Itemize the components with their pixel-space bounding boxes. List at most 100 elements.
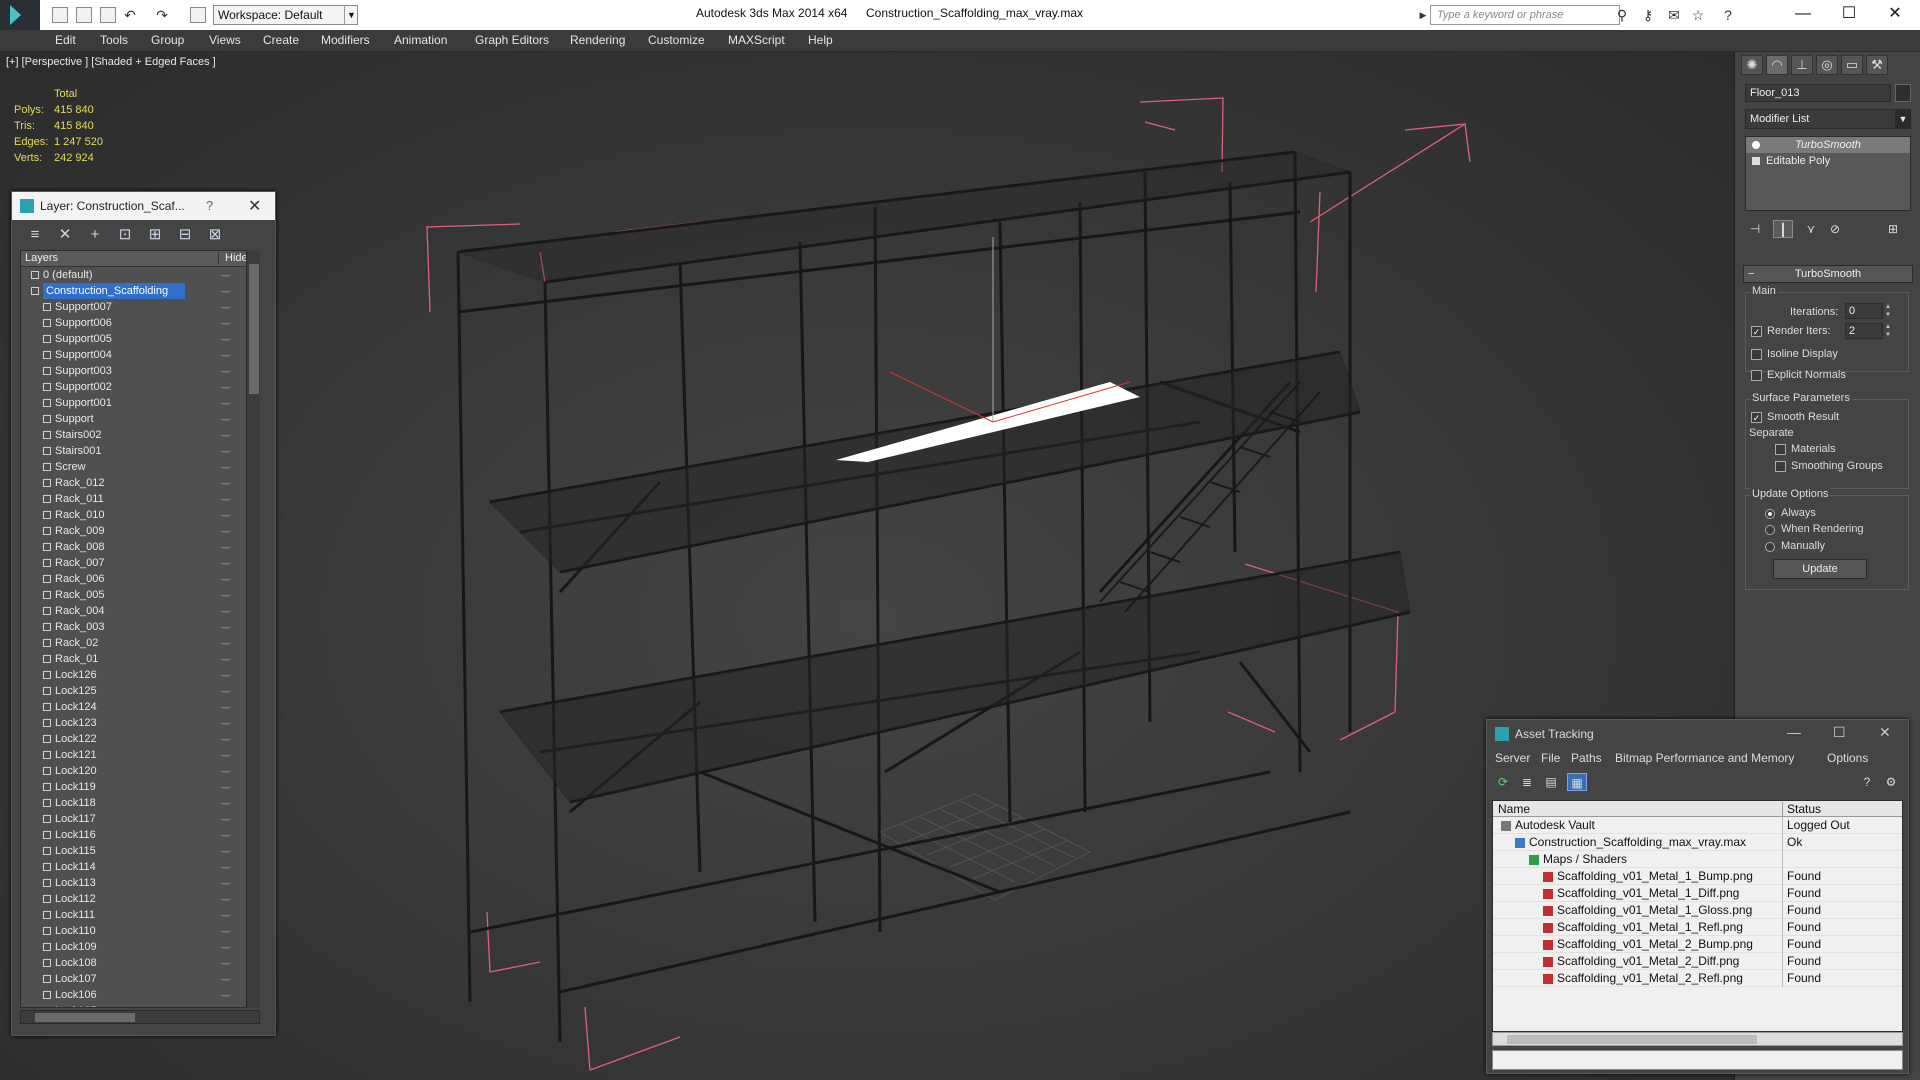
menu-create[interactable]: Create xyxy=(263,33,299,47)
layer-row[interactable]: Lock126 — xyxy=(21,667,259,683)
delete-layer-icon[interactable]: ✕ xyxy=(56,226,74,244)
project-folder-icon[interactable] xyxy=(190,7,206,23)
refresh-icon[interactable]: ⟳ xyxy=(1493,773,1513,791)
hide-toggle[interactable]: — xyxy=(221,427,230,443)
layers-column-header[interactable]: Layers xyxy=(25,252,58,264)
hide-toggle[interactable]: — xyxy=(221,603,230,619)
asset-menu-paths[interactable]: Paths xyxy=(1571,751,1602,765)
layer-row[interactable]: Support002 — xyxy=(21,379,259,395)
minimize-icon[interactable]: — xyxy=(1787,724,1801,740)
layer-row[interactable]: Support007 — xyxy=(21,299,259,315)
layer-row[interactable]: Rack_004 — xyxy=(21,603,259,619)
hide-toggle[interactable]: — xyxy=(221,587,230,603)
asset-row[interactable]: Scaffolding_v01_Metal_2_Bump.png Found xyxy=(1493,936,1902,953)
close-icon[interactable]: ✕ xyxy=(1872,2,1918,26)
menu-customize[interactable]: Customize xyxy=(648,33,705,47)
layer-row[interactable]: Lock111 — xyxy=(21,907,259,923)
expand-icon[interactable] xyxy=(1752,157,1760,165)
settings-icon[interactable]: ⚙ xyxy=(1881,773,1901,791)
collapse-icon[interactable]: − xyxy=(1748,266,1754,282)
layer-row[interactable]: Rack_012 — xyxy=(21,475,259,491)
scrollbar-thumb[interactable] xyxy=(1507,1035,1757,1044)
smooth-result-checkbox[interactable]: ✓ xyxy=(1751,412,1762,423)
layer-row[interactable]: Lock108 — xyxy=(21,955,259,971)
menu-group[interactable]: Group xyxy=(151,33,184,47)
render-iters-checkbox[interactable]: ✓ xyxy=(1751,326,1762,337)
hide-toggle[interactable]: — xyxy=(221,1003,230,1007)
favorites-star-icon[interactable]: ☆ xyxy=(1690,8,1706,22)
asset-row[interactable]: Scaffolding_v01_Metal_1_Refl.png Found xyxy=(1493,919,1902,936)
render-iters-spinner[interactable]: 2 xyxy=(1845,323,1883,339)
layer-row[interactable]: 0 (default) — xyxy=(21,267,259,283)
close-icon[interactable]: ✕ xyxy=(1879,724,1891,741)
asset-row[interactable]: Maps / Shaders xyxy=(1493,851,1902,868)
workspace-dropdown[interactable]: Workspace: Default xyxy=(213,5,358,25)
menu-edit[interactable]: Edit xyxy=(55,33,76,47)
binoculars-icon[interactable]: ⚲ xyxy=(1614,8,1630,22)
asset-row[interactable]: Construction_Scaffolding_max_vray.max Ok xyxy=(1493,834,1902,851)
status-column-header[interactable]: Status xyxy=(1782,802,1902,818)
layer-row[interactable]: Rack_008 — xyxy=(21,539,259,555)
stack-item-turbosmooth[interactable]: TurboSmooth xyxy=(1746,137,1910,153)
layer-dialog-titlebar[interactable]: Layer: Construction_Scaf... ? ✕ xyxy=(12,192,275,220)
layer-row[interactable]: Rack_005 — xyxy=(21,587,259,603)
separate-materials-checkbox[interactable] xyxy=(1775,444,1786,455)
hide-toggle[interactable]: — xyxy=(221,795,230,811)
hide-toggle[interactable]: — xyxy=(221,667,230,683)
make-unique-icon[interactable]: ⋎ xyxy=(1801,220,1821,238)
layer-row[interactable]: Stairs001 — xyxy=(21,443,259,459)
layer-horizontal-scrollbar[interactable] xyxy=(20,1010,260,1024)
maximize-icon[interactable]: ☐ xyxy=(1826,2,1872,26)
help-icon[interactable]: ? xyxy=(1720,8,1736,22)
table-view-icon[interactable]: ▦ xyxy=(1567,773,1587,791)
close-icon[interactable]: ✕ xyxy=(248,196,261,216)
add-to-layer-icon[interactable]: + xyxy=(86,226,104,244)
layer-row[interactable]: Rack_003 — xyxy=(21,619,259,635)
hide-toggle[interactable]: — xyxy=(221,523,230,539)
hide-toggle[interactable]: — xyxy=(221,747,230,763)
layer-row[interactable]: Rack_02 — xyxy=(21,635,259,651)
select-objects-icon[interactable]: ⊡ xyxy=(116,226,134,244)
hide-toggle[interactable]: — xyxy=(221,331,230,347)
hide-toggle[interactable]: — xyxy=(221,731,230,747)
hide-toggle[interactable]: — xyxy=(221,363,230,379)
layer-row[interactable]: Lock112 — xyxy=(21,891,259,907)
new-file-icon[interactable] xyxy=(52,7,68,23)
hide-toggle[interactable]: — xyxy=(221,267,230,283)
hide-toggle[interactable]: — xyxy=(221,443,230,459)
update-when-rendering-radio[interactable] xyxy=(1765,525,1775,535)
layer-vertical-scrollbar[interactable] xyxy=(246,250,260,1008)
hide-toggle[interactable]: — xyxy=(221,459,230,475)
remove-modifier-icon[interactable]: ⊘ xyxy=(1825,220,1845,238)
hide-toggle[interactable]: — xyxy=(221,539,230,555)
spinner-arrows-icon[interactable]: ▲ ▼ xyxy=(1885,303,1893,319)
layer-row[interactable]: Lock119 — xyxy=(21,779,259,795)
hide-toggle[interactable]: — xyxy=(221,571,230,587)
layer-row[interactable]: Lock120 — xyxy=(21,763,259,779)
hide-toggle[interactable]: — xyxy=(221,491,230,507)
create-layer-icon[interactable]: ≡ xyxy=(26,226,44,244)
menu-views[interactable]: Views xyxy=(209,33,241,47)
layer-row[interactable]: Lock116 — xyxy=(21,827,259,843)
separate-smoothing-groups-checkbox[interactable] xyxy=(1775,461,1786,472)
layer-row[interactable]: Lock109 — xyxy=(21,939,259,955)
layer-row[interactable]: Lock115 — xyxy=(21,843,259,859)
redo-icon[interactable]: ↷ xyxy=(154,8,170,22)
minimize-icon[interactable]: — xyxy=(1780,2,1826,26)
menu-maxscript[interactable]: MAXScript xyxy=(728,33,785,47)
list-view-icon[interactable]: ≣ xyxy=(1517,773,1537,791)
asset-menu-options[interactable]: Options xyxy=(1827,751,1868,765)
asset-row[interactable]: Scaffolding_v01_Metal_1_Diff.png Found xyxy=(1493,885,1902,902)
hide-toggle[interactable]: — xyxy=(221,299,230,315)
layer-row[interactable]: Rack_007 — xyxy=(21,555,259,571)
modifier-list-dropdown[interactable]: Modifier List xyxy=(1745,109,1911,129)
asset-row[interactable]: Scaffolding_v01_Metal_1_Gloss.png Found xyxy=(1493,902,1902,919)
save-icon[interactable] xyxy=(100,7,116,23)
help-icon[interactable]: ? xyxy=(206,198,213,213)
hide-toggle[interactable]: — xyxy=(221,619,230,635)
layer-row[interactable]: Support001 — xyxy=(21,395,259,411)
hide-toggle[interactable]: — xyxy=(221,891,230,907)
update-button[interactable]: Update xyxy=(1773,559,1867,579)
layer-row[interactable]: Lock110 — xyxy=(21,923,259,939)
layer-row[interactable]: Lock118 — xyxy=(21,795,259,811)
